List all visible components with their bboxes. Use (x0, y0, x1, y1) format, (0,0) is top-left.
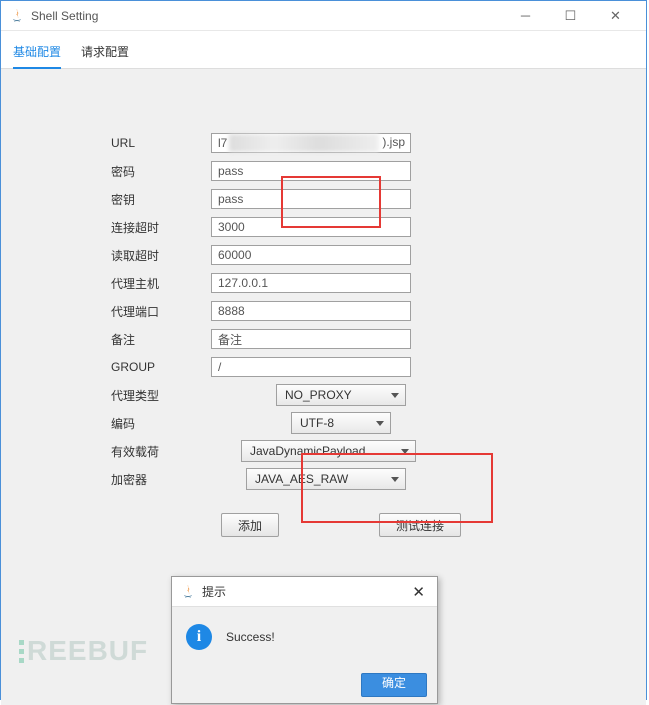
read-timeout-input[interactable] (211, 245, 411, 265)
tab-basic-config[interactable]: 基础配置 (13, 39, 61, 68)
row-password: 密码 (41, 157, 606, 185)
key-input[interactable] (211, 189, 411, 209)
chevron-down-icon (401, 449, 409, 454)
java-icon (180, 584, 196, 600)
url-suffix: ).jsp (382, 135, 405, 149)
row-proxy-type: 代理类型 NO_PROXY (41, 381, 606, 409)
label-proxy-host: 代理主机 (41, 275, 211, 292)
label-read-timeout: 读取超时 (41, 247, 211, 264)
encryptor-value: JAVA_AES_RAW (255, 472, 348, 486)
success-dialog: 提示 ✕ i Success! 确定 (171, 576, 438, 704)
remark-input[interactable] (211, 329, 411, 349)
add-button[interactable]: 添加 (221, 513, 279, 537)
proxy-type-select[interactable]: NO_PROXY (276, 384, 406, 406)
window-controls: ─ ☐ ✕ (503, 2, 638, 30)
row-group: GROUP (41, 353, 606, 381)
label-proxy-port: 代理端口 (41, 303, 211, 320)
tab-request-config[interactable]: 请求配置 (81, 39, 129, 68)
java-icon (9, 8, 25, 24)
encryptor-select[interactable]: JAVA_AES_RAW (246, 468, 406, 490)
chevron-down-icon (391, 393, 399, 398)
tab-bar: 基础配置 请求配置 (1, 31, 646, 69)
titlebar: Shell Setting ─ ☐ ✕ (1, 1, 646, 31)
label-payload: 有效载荷 (41, 443, 211, 460)
chevron-down-icon (391, 477, 399, 482)
group-input[interactable] (211, 357, 411, 377)
row-conn-timeout: 连接超时 (41, 213, 606, 241)
label-password: 密码 (41, 163, 211, 180)
proxy-type-value: NO_PROXY (285, 388, 352, 402)
dialog-title: 提示 (202, 583, 226, 600)
encoding-value: UTF-8 (300, 416, 334, 430)
label-remark: 备注 (41, 331, 211, 348)
dialog-message: Success! (226, 630, 275, 644)
proxy-host-input[interactable] (211, 273, 411, 293)
info-icon: i (186, 624, 212, 650)
dialog-footer: 确定 (172, 667, 437, 703)
payload-select[interactable]: JavaDynamicPayload (241, 440, 416, 462)
window-title: Shell Setting (31, 9, 98, 23)
row-payload: 有效载荷 JavaDynamicPayload (41, 437, 606, 465)
row-key: 密钥 (41, 185, 606, 213)
chevron-down-icon (376, 421, 384, 426)
label-group: GROUP (41, 360, 211, 374)
test-connection-button[interactable]: 测试连接 (379, 513, 461, 537)
label-conn-timeout: 连接超时 (41, 219, 211, 236)
password-input[interactable] (211, 161, 411, 181)
label-encoding: 编码 (41, 415, 211, 432)
label-key: 密钥 (41, 191, 211, 208)
label-url: URL (41, 136, 211, 150)
label-proxy-type: 代理类型 (41, 387, 211, 404)
dialog-body: i Success! (172, 607, 437, 667)
row-remark: 备注 (41, 325, 606, 353)
payload-value: JavaDynamicPayload (250, 444, 365, 458)
button-row: 添加 测试连接 (41, 513, 606, 537)
row-read-timeout: 读取超时 (41, 241, 606, 269)
row-url: URL ).jsp (41, 129, 606, 157)
url-blurred (229, 134, 379, 152)
watermark: REEBUF (19, 635, 148, 667)
minimize-button[interactable]: ─ (503, 2, 548, 30)
row-encryptor: 加密器 JAVA_AES_RAW (41, 465, 606, 493)
conn-timeout-input[interactable] (211, 217, 411, 237)
encoding-select[interactable]: UTF-8 (291, 412, 391, 434)
close-button[interactable]: ✕ (593, 2, 638, 30)
row-proxy-host: 代理主机 (41, 269, 606, 297)
row-proxy-port: 代理端口 (41, 297, 606, 325)
label-encryptor: 加密器 (41, 471, 211, 488)
row-encoding: 编码 UTF-8 (41, 409, 606, 437)
ok-button[interactable]: 确定 (361, 673, 427, 697)
dialog-titlebar: 提示 ✕ (172, 577, 437, 607)
maximize-button[interactable]: ☐ (548, 2, 593, 30)
proxy-port-input[interactable] (211, 301, 411, 321)
dialog-close-button[interactable]: ✕ (408, 583, 429, 601)
shell-setting-window: Shell Setting ─ ☐ ✕ 基础配置 请求配置 URL ).jsp … (0, 0, 647, 700)
watermark-text: REEBUF (27, 635, 148, 667)
